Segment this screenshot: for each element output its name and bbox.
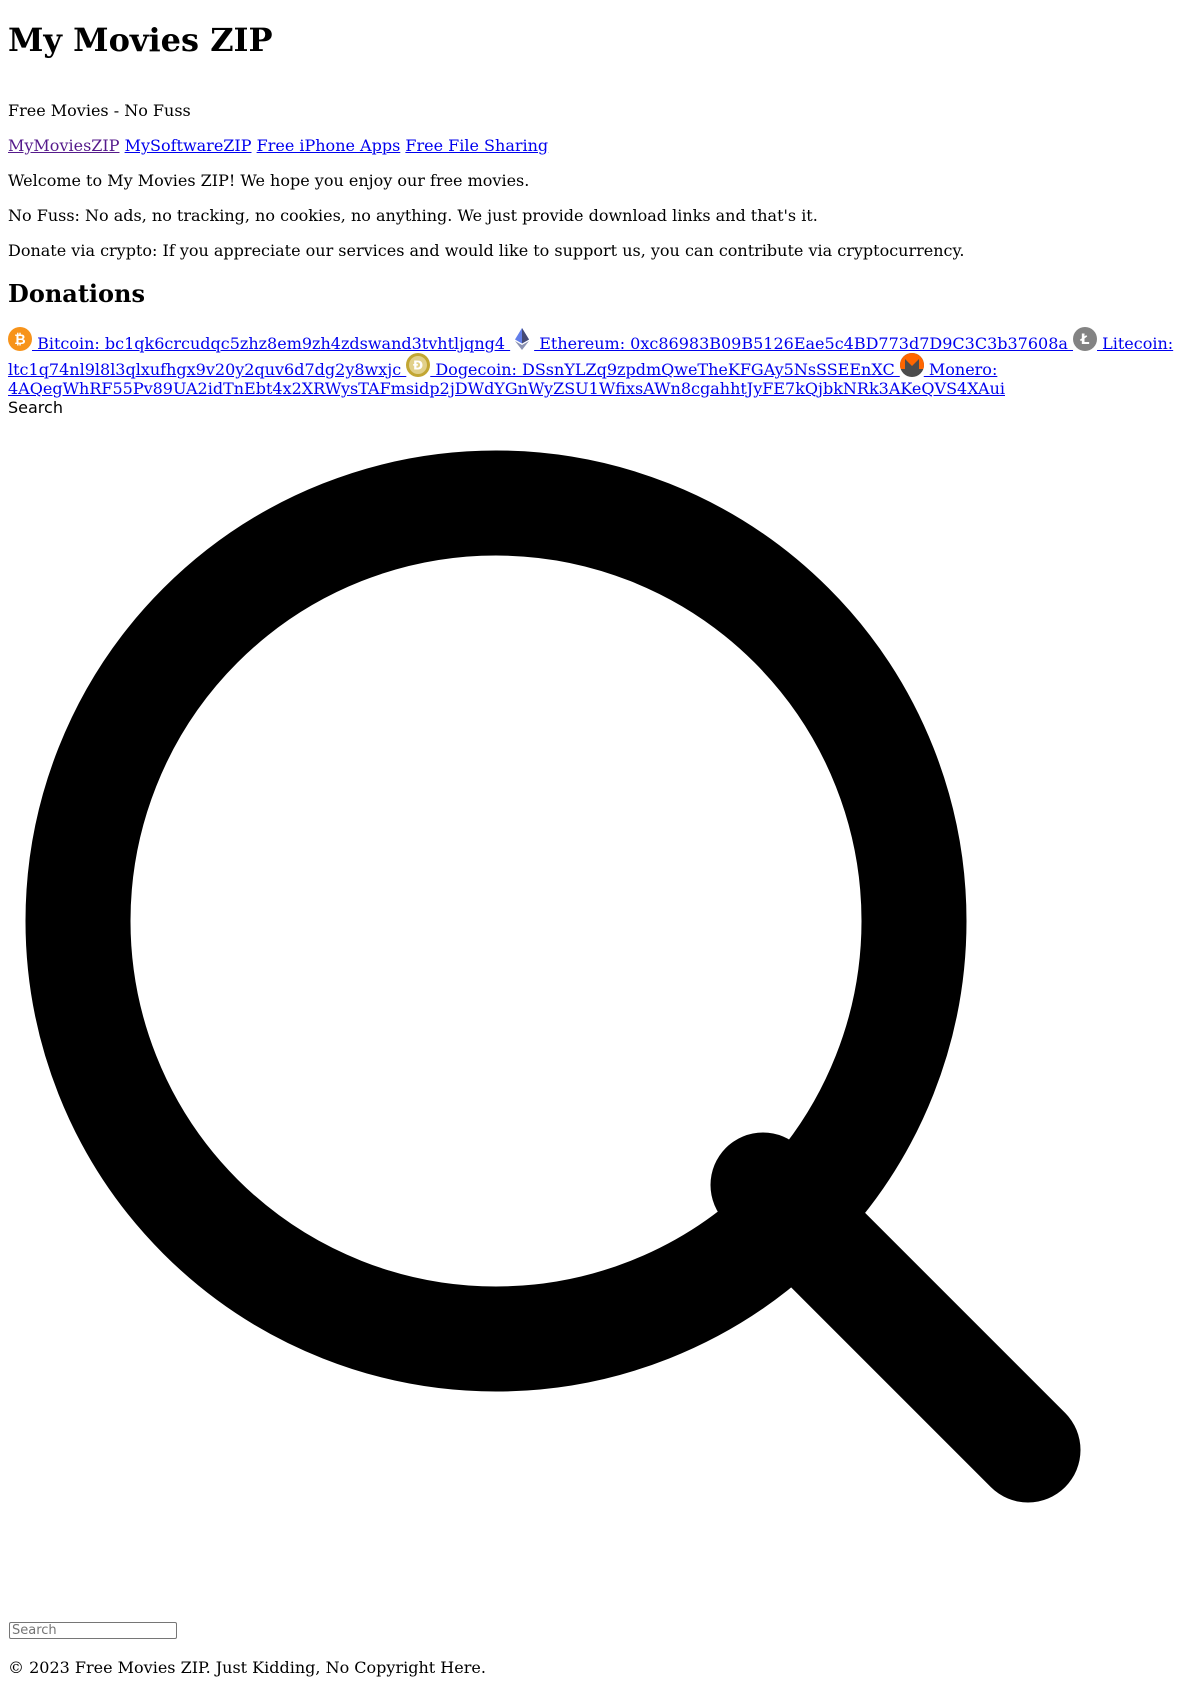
nav-link-mysoftwarezip[interactable]: MySoftwareZIP	[125, 136, 252, 155]
nav-link-free-file-sharing[interactable]: Free File Sharing	[405, 136, 548, 155]
search-label: Search	[8, 398, 63, 417]
search-icon	[25, 450, 1081, 1503]
svg-text:₿: ₿	[14, 332, 25, 348]
svg-text:Ð: Ð	[413, 359, 423, 373]
nav-link-mymovieszip[interactable]: MyMoviesZIP	[8, 136, 119, 155]
dogecoin-icon: Ð	[406, 353, 431, 377]
nav-link-free-iphone-apps[interactable]: Free iPhone Apps	[257, 136, 401, 155]
donation-label-dogecoin: Dogecoin: DSsnYLZq9zpdmQweTheKFGAy5NsSSE…	[430, 360, 900, 379]
page: My Movies ZIP Free Movies - No Fuss MyMo…	[0, 21, 1200, 417]
monero-icon	[899, 353, 924, 377]
tagline: Free Movies - No Fuss	[8, 101, 191, 120]
site-nav: MyMoviesZIP MySoftwareZIP Free iPhone Ap…	[8, 136, 1192, 155]
litecoin-icon: Ł	[1073, 327, 1098, 351]
search-input[interactable]	[9, 1622, 177, 1639]
page-title: My Movies ZIP	[8, 21, 273, 59]
donation-label-ethereum: Ethereum: 0xc86983B09B5126Eae5c4BD773d7D…	[534, 334, 1074, 353]
donations-list: ₿ Bitcoin: bc1qk6crcudqc5zhz8em9zh4zdswa…	[8, 327, 1192, 398]
bitcoin-icon: ₿	[8, 327, 32, 351]
donate-text: Donate via crypto: If you appreciate our…	[8, 241, 965, 260]
ethereum-icon	[515, 328, 530, 350]
svg-text:Ł: Ł	[1080, 332, 1090, 348]
welcome-text: Welcome to My Movies ZIP! We hope you en…	[8, 171, 530, 190]
no-fuss-text: No Fuss: No ads, no tracking, no cookies…	[8, 206, 818, 225]
donation-link-ethereum[interactable]: Ethereum: 0xc86983B09B5126Eae5c4BD773d7D…	[510, 328, 1074, 353]
donation-link-dogecoin[interactable]: Ð Dogecoin: DSsnYLZq9zpdmQweTheKFGAy5NsS…	[406, 353, 900, 379]
donation-link-bitcoin[interactable]: ₿ Bitcoin: bc1qk6crcudqc5zhz8em9zh4zdswa…	[8, 327, 511, 353]
donation-label-bitcoin: Bitcoin: bc1qk6crcudqc5zhz8em9zh4zdswand…	[32, 334, 511, 353]
donations-heading: Donations	[8, 279, 145, 308]
